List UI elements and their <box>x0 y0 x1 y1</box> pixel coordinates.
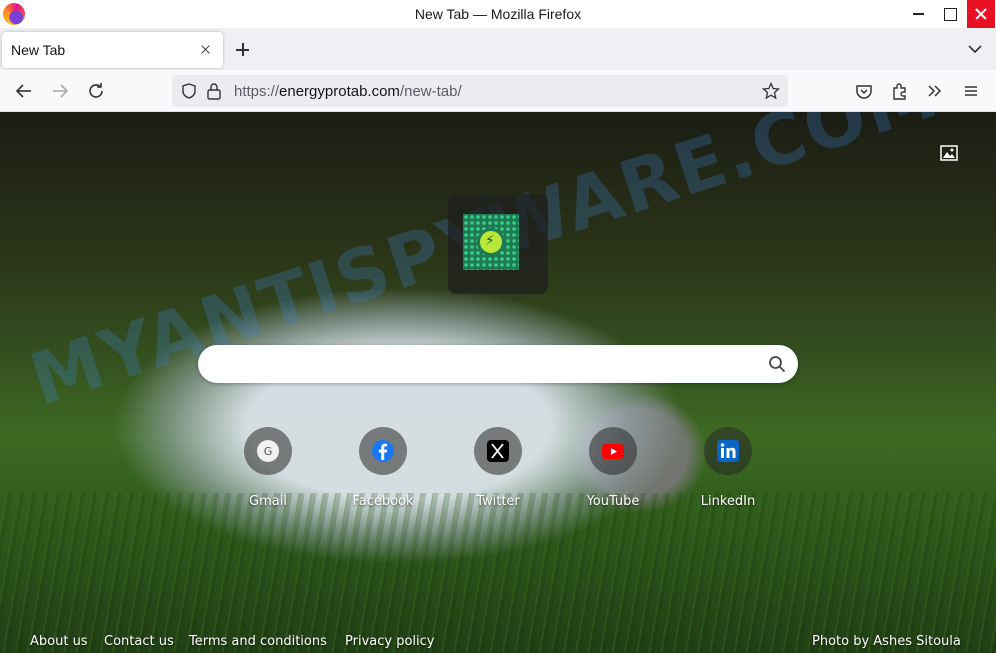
new-tab-button[interactable] <box>233 40 253 60</box>
background-photo <box>0 493 996 653</box>
pocket-icon <box>856 85 872 99</box>
shortcut-label: Facebook <box>352 494 414 509</box>
minimize-button[interactable] <box>904 0 932 28</box>
gmail-icon: G <box>257 440 279 462</box>
list-all-tabs-button[interactable] <box>964 38 986 60</box>
reload-icon <box>89 83 103 98</box>
image-icon <box>940 145 958 161</box>
overflow-menu-button[interactable] <box>923 79 947 103</box>
url-path: /new-tab/ <box>399 83 462 100</box>
site-logo <box>448 194 548 294</box>
photo-credit-link[interactable]: Photo by Ashes Sitoula <box>812 634 961 649</box>
url-bar[interactable]: https://energyprotab.com/new-tab/ <box>172 75 788 107</box>
forward-button[interactable] <box>48 79 72 103</box>
twitter-x-icon <box>487 440 509 462</box>
extensions-button[interactable] <box>888 79 912 103</box>
puzzle-piece-icon <box>893 83 906 100</box>
svg-text:G: G <box>264 445 273 458</box>
nav-toolbar: https://energyprotab.com/new-tab/ <box>0 70 996 112</box>
shortcut-twitter[interactable]: Twitter <box>448 427 548 517</box>
url-host: energyprotab.com <box>279 83 400 100</box>
lightning-bolt-icon <box>477 228 505 256</box>
reload-button[interactable] <box>84 79 108 103</box>
chevron-down-icon <box>968 45 982 54</box>
search-input[interactable] <box>216 353 756 375</box>
shortcut-label: LinkedIn <box>700 494 756 509</box>
shortcut-tile <box>589 427 637 475</box>
change-background-button[interactable] <box>940 145 958 161</box>
title-bar: New Tab — Mozilla Firefox <box>0 0 996 28</box>
bookmark-star-icon[interactable] <box>762 82 780 100</box>
tab-new-tab[interactable]: New Tab <box>2 32 223 68</box>
arrow-left-icon <box>15 84 31 98</box>
pocket-button[interactable] <box>852 79 876 103</box>
search-box[interactable] <box>198 345 798 383</box>
double-chevron-right-icon <box>928 85 942 97</box>
arrow-right-icon <box>53 84 69 98</box>
footer-link-about[interactable]: About us <box>30 634 88 649</box>
shortcut-tile <box>704 427 752 475</box>
footer-link-privacy[interactable]: Privacy policy <box>345 634 434 649</box>
footer-link-contact[interactable]: Contact us <box>104 634 174 649</box>
shortcut-gmail[interactable]: G Gmail <box>218 427 318 517</box>
shortcut-tile <box>474 427 522 475</box>
energy-logo-icon <box>463 214 519 270</box>
window-title: New Tab — Mozilla Firefox <box>414 6 582 22</box>
shortcut-linkedin[interactable]: LinkedIn <box>678 427 778 517</box>
url-text[interactable]: https://energyprotab.com/new-tab/ <box>234 83 462 100</box>
search-button[interactable] <box>768 355 786 373</box>
app-menu-button[interactable] <box>959 79 983 103</box>
close-window-button[interactable] <box>967 0 995 28</box>
shortcut-label: Gmail <box>249 494 287 509</box>
shortcut-label: Twitter <box>476 494 520 509</box>
back-button[interactable] <box>12 79 36 103</box>
hamburger-menu-icon <box>965 86 977 96</box>
url-scheme: https:// <box>234 83 280 100</box>
tab-strip: New Tab <box>0 28 996 70</box>
youtube-icon <box>602 444 624 459</box>
maximize-button[interactable] <box>935 0 963 28</box>
lock-icon[interactable] <box>206 82 222 100</box>
shortcut-tile: G <box>244 427 292 475</box>
shortcut-youtube[interactable]: YouTube <box>563 427 663 517</box>
footer-link-terms[interactable]: Terms and conditions <box>189 634 327 649</box>
facebook-icon <box>372 440 394 462</box>
close-tab-icon[interactable] <box>198 42 214 58</box>
shortcut-facebook[interactable]: Facebook <box>333 427 433 517</box>
tab-label: New Tab <box>11 42 66 58</box>
page-viewport: MYANTISPYWARE.COM G Gmail <box>0 112 996 653</box>
linkedin-icon <box>717 440 739 462</box>
shield-icon[interactable] <box>180 82 198 100</box>
shortcut-tile <box>359 427 407 475</box>
shortcut-label: YouTube <box>586 494 640 509</box>
search-icon <box>769 356 786 373</box>
